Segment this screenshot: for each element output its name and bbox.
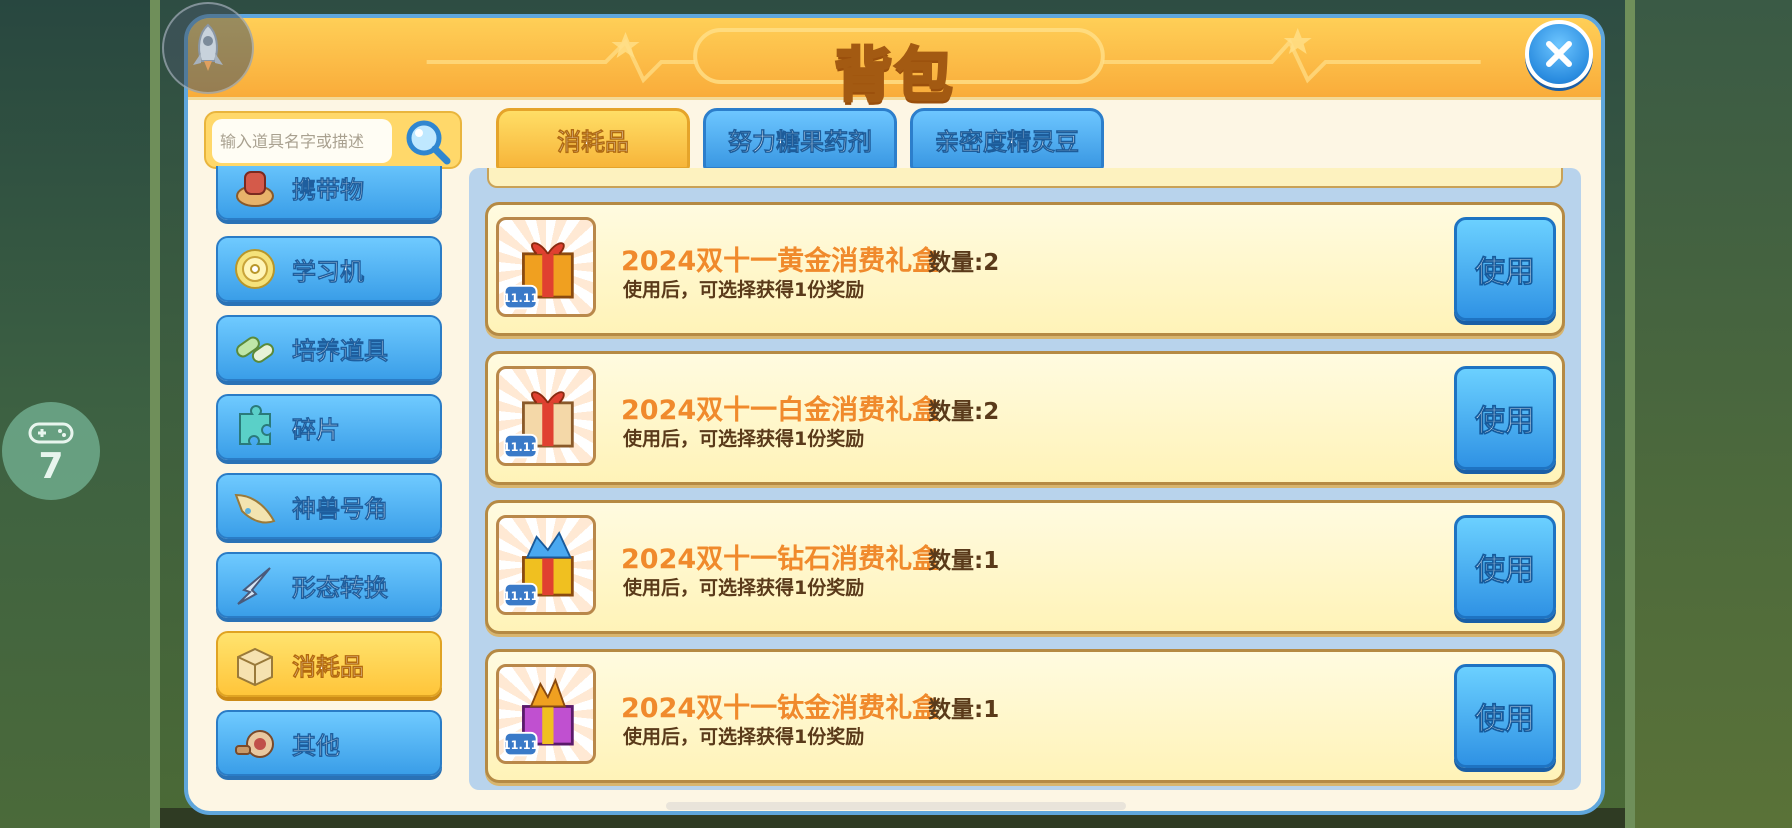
list-item: 11.11 2024双十一钻石消费礼盒 数量:1 使用后，可选择获得1份奖励 使…: [485, 500, 1565, 634]
use-button[interactable]: 使用: [1454, 217, 1556, 321]
background-right: [1632, 0, 1792, 828]
gift-box-icon: 11.11: [496, 217, 596, 317]
badge-text: 11.11: [503, 292, 539, 305]
title-bar: 背包: [188, 18, 1601, 111]
item-description: 使用后，可选择获得1份奖励: [623, 577, 865, 599]
close-icon: [1546, 41, 1572, 67]
sidebar-item-label: 消耗品: [292, 652, 365, 681]
item-name: 2024双十一黄金消费礼盒: [621, 246, 940, 277]
item-quantity: 数量:1: [928, 697, 1000, 723]
sidebar-item-other[interactable]: 其他: [216, 710, 442, 776]
item-list: 11.11 2024双十一黄金消费礼盒 数量:2 使用后，可选择获得1份奖励 使…: [469, 168, 1581, 790]
background-edge-left: [150, 0, 160, 828]
capsule-icon: [236, 336, 275, 363]
use-button[interactable]: 使用: [1454, 366, 1556, 470]
category-sidebar: 携带物 学习机 培养道具 碎片 神兽号角 形态转换 消耗品 其他: [216, 166, 442, 781]
sidebar-item-fragment[interactable]: 碎片: [216, 394, 442, 460]
item-quantity: 数量:1: [928, 548, 1000, 574]
background-edge-right: [1625, 0, 1635, 828]
sidebar-item-transform[interactable]: 形态转换: [216, 552, 442, 618]
item-description: 使用后，可选择获得1份奖励: [623, 428, 865, 450]
rocket-button[interactable]: [162, 2, 254, 94]
page-title: 背包: [833, 40, 955, 111]
sidebar-item-training[interactable]: 培养道具: [216, 315, 442, 381]
search-box: [204, 111, 462, 169]
gift-box-icon: 11.11: [496, 366, 596, 466]
horizontal-scrollbar[interactable]: [666, 802, 1126, 810]
item-name: 2024双十一钛金消费礼盒: [621, 693, 940, 724]
list-item: 11.11 2024双十一钛金消费礼盒 数量:1 使用后，可选择获得1份奖励 使…: [485, 649, 1565, 783]
puzzle-icon: [239, 405, 271, 445]
sidebar-item-label: 神兽号角: [292, 494, 389, 523]
item-description: 使用后，可选择获得1份奖励: [623, 726, 865, 748]
sidebar-item-label: 形态转换: [292, 573, 389, 602]
box-icon: [237, 647, 273, 687]
item-quantity: 数量:2: [928, 250, 1000, 276]
sidebar-item-label: 碎片: [292, 415, 341, 444]
horn-icon: [234, 493, 276, 524]
gift-box-icon: 11.11: [496, 515, 596, 615]
arrow-icon: [237, 567, 271, 605]
use-button[interactable]: 使用: [1454, 664, 1556, 768]
list-item: 11.11 2024双十一黄金消费礼盒 数量:2 使用后，可选择获得1份奖励 使…: [485, 202, 1565, 336]
sidebar-item-label: 学习机: [292, 257, 365, 286]
sidebar-item-label: 培养道具: [292, 336, 389, 365]
sidebar-item-horn[interactable]: 神兽号角: [216, 473, 442, 539]
gift-box-icon: 11.11: [496, 664, 596, 764]
sidebar-item-label: 其他: [292, 731, 341, 760]
item-name: 2024双十一钻石消费礼盒: [621, 544, 940, 575]
whistle-icon: [235, 730, 274, 758]
badge-text: 11.11: [503, 739, 539, 752]
disc-icon: [235, 249, 275, 289]
search-input[interactable]: [212, 119, 392, 163]
item-quantity: 数量:2: [928, 399, 1000, 425]
use-button[interactable]: 使用: [1454, 515, 1556, 619]
gamepad-label: 7: [38, 446, 63, 486]
close-button[interactable]: [1525, 20, 1593, 88]
badge-text: 11.11: [503, 441, 539, 454]
sidebar-item-consumable[interactable]: 消耗品: [216, 631, 442, 697]
sidebar-item-tm[interactable]: 学习机: [216, 236, 442, 302]
search-icon[interactable]: [402, 116, 454, 168]
gamepad-button[interactable]: 7: [2, 402, 100, 500]
list-item: 11.11 2024双十一白金消费礼盒 数量:2 使用后，可选择获得1份奖励 使…: [485, 351, 1565, 485]
tab-effort-candy[interactable]: 努力糖果药剂: [703, 108, 897, 170]
rocket-icon: [193, 23, 223, 71]
badge-text: 11.11: [503, 590, 539, 603]
item-description: 使用后，可选择获得1份奖励: [623, 279, 865, 301]
tab-consumable[interactable]: 消耗品: [496, 108, 690, 170]
list-item-partial: [487, 168, 1563, 188]
sidebar-item-carry[interactable]: 携带物: [216, 166, 442, 220]
gamepad-icon: 7: [28, 422, 74, 486]
item-name: 2024双十一白金消费礼盒: [621, 395, 940, 426]
gear-hat-icon: [236, 171, 274, 207]
sidebar-item-label: 携带物: [292, 175, 365, 204]
tab-intimacy-bean[interactable]: 亲密度精灵豆: [910, 108, 1104, 170]
